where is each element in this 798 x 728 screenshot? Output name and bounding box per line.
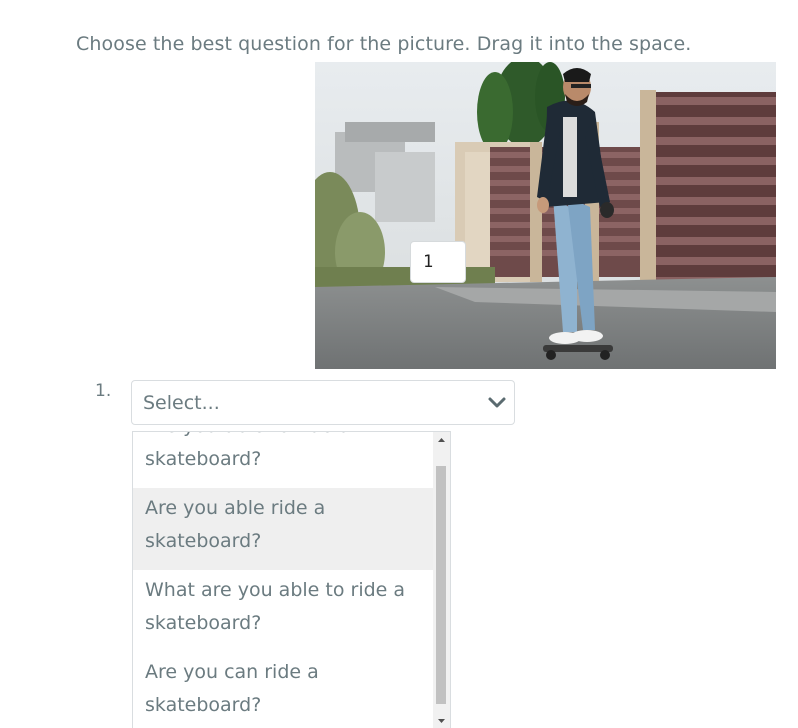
dropdown-scrollbar[interactable] [433,432,450,728]
answer-select[interactable]: Select... [131,380,515,425]
drop-target-box[interactable]: 1 [410,241,466,283]
chevron-down-icon [486,393,508,413]
options-container: Are you able to ride a skateboard?Are yo… [133,432,434,728]
scroll-down-arrow-icon[interactable] [433,712,450,728]
select-value: Select... [143,392,220,414]
question-number: 1. [95,381,112,401]
instruction-text: Choose the best question for the picture… [76,33,692,55]
quiz-page: Choose the best question for the picture… [0,0,798,728]
dropdown-option[interactable]: Are you able to ride a skateboard? [133,432,434,488]
dropdown-option[interactable]: Are you can ride a skateboard? [133,652,434,728]
dropdown-option[interactable]: What are you able to ride a skateboard? [133,570,434,652]
scrollbar-thumb[interactable] [436,466,446,704]
skateboarder-photo [315,62,776,369]
dropdown-option[interactable]: Are you able ride a skateboard? [133,488,434,570]
select-dropdown-list[interactable]: Are you able to ride a skateboard?Are yo… [132,431,451,728]
scroll-up-arrow-icon[interactable] [433,432,450,449]
